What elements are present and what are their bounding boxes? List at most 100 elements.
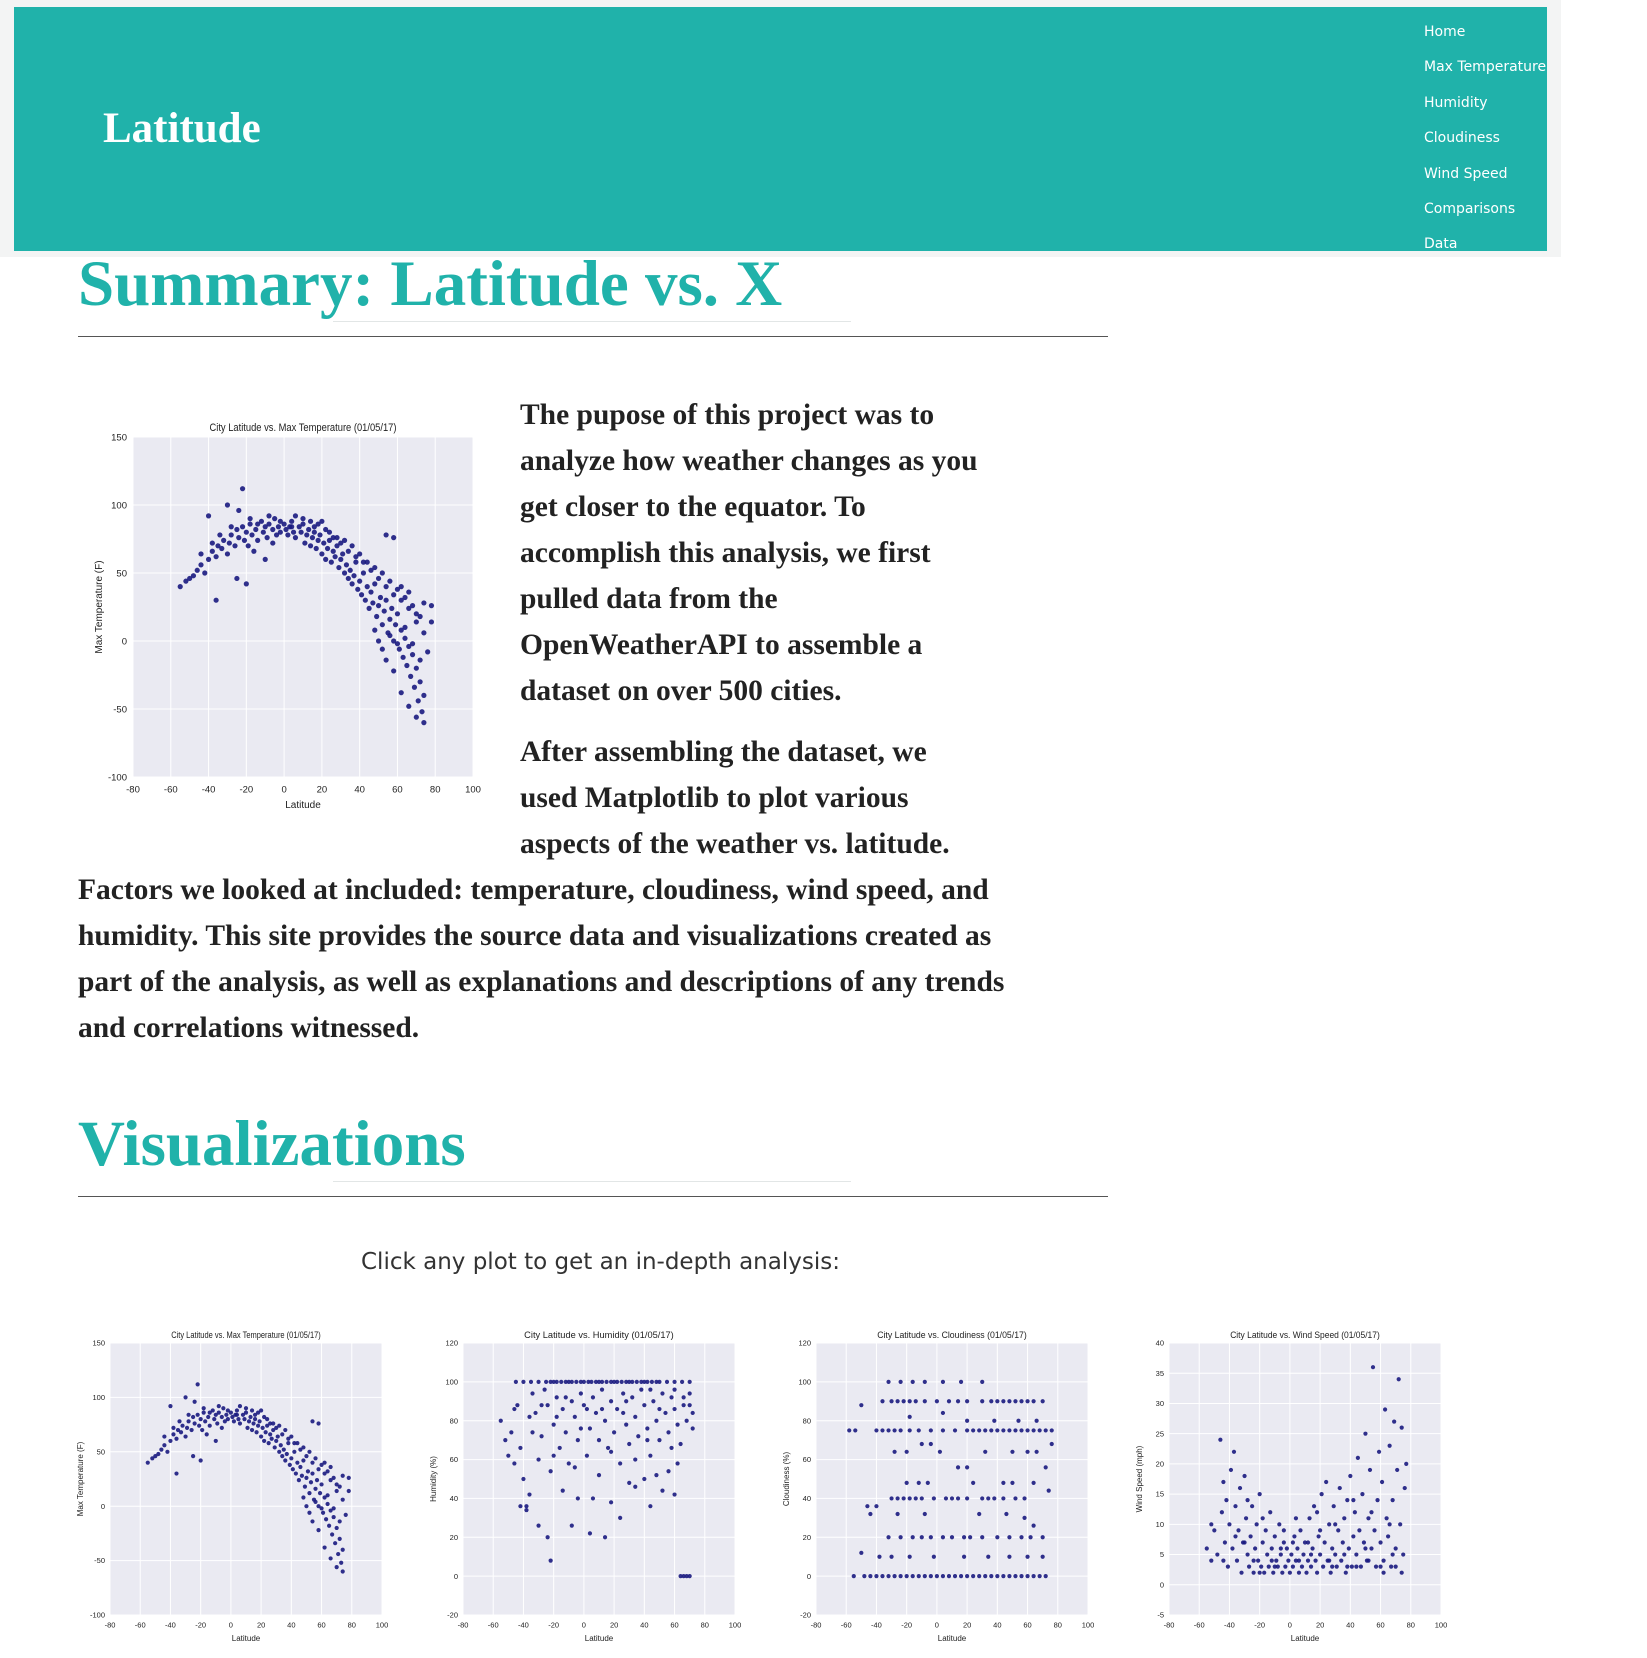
thumbnail-wind-speed-plot[interactable]: -80 -60 -40 -20 0 20 40 60 80 100 -5 0 5 10 15 20 25 30 35… xyxy=(1133,1325,1453,1658)
nav-comparisons[interactable]: Comparisons xyxy=(1424,192,1546,227)
data-point xyxy=(245,1425,250,1430)
data-point xyxy=(1228,1467,1234,1473)
summary-max-temperature-plot[interactable]: -80 -60 -40 -20 0 20 40 60 80 100 -100 -50 0 50 100 150… xyxy=(90,412,490,822)
data-point xyxy=(213,554,219,560)
data-point xyxy=(1025,1428,1030,1433)
nav-data[interactable]: Data xyxy=(1424,227,1546,262)
data-point xyxy=(680,1379,685,1384)
data-point xyxy=(304,1475,309,1481)
data-point xyxy=(383,657,389,663)
x-tick-label: 20 xyxy=(1316,1621,1324,1630)
data-point xyxy=(1019,1428,1024,1433)
data-point xyxy=(237,1404,243,1409)
data-point xyxy=(343,562,350,568)
data-point xyxy=(277,518,283,524)
y-tick-label: -20 xyxy=(800,1611,811,1620)
nav-cloudiness[interactable]: Cloudiness xyxy=(1424,121,1546,156)
data-point xyxy=(928,1428,933,1433)
data-point xyxy=(203,1419,208,1424)
data-point xyxy=(1342,1516,1347,1521)
brand-title[interactable]: Latitude xyxy=(103,107,261,150)
data-point xyxy=(319,518,325,524)
data-point xyxy=(215,1421,220,1426)
data-point xyxy=(198,551,204,557)
data-point xyxy=(249,1427,255,1433)
data-point xyxy=(391,592,397,598)
data-point xyxy=(1308,1564,1314,1569)
x-tick-label: 80 xyxy=(348,1621,356,1630)
data-point xyxy=(971,1428,976,1433)
data-point xyxy=(572,1414,577,1419)
data-point xyxy=(678,1441,683,1447)
x-tick-label: -60 xyxy=(488,1621,499,1630)
x-tick-label: 80 xyxy=(430,785,441,796)
data-point xyxy=(224,1412,229,1417)
data-point xyxy=(916,1480,921,1485)
data-point xyxy=(513,1379,518,1384)
y-tick-label: -20 xyxy=(447,1611,458,1620)
data-point xyxy=(937,1449,943,1454)
data-point xyxy=(509,1430,514,1435)
data-point xyxy=(298,1464,303,1470)
data-point xyxy=(192,1421,197,1426)
y-tick-label: 5 xyxy=(1160,1550,1164,1559)
data-point xyxy=(316,1528,321,1533)
nav-home[interactable]: Home xyxy=(1424,15,1546,50)
data-point xyxy=(548,1558,553,1563)
data-point xyxy=(216,1404,221,1409)
data-point xyxy=(551,1422,556,1427)
y-tick-label: 150 xyxy=(111,432,127,443)
data-point xyxy=(521,1476,526,1482)
data-point xyxy=(417,613,423,620)
data-point xyxy=(251,548,257,554)
data-point xyxy=(575,1496,580,1501)
x-tick-label: 60 xyxy=(392,785,403,796)
data-point xyxy=(965,1574,970,1579)
nav-humidity[interactable]: Humidity xyxy=(1424,86,1546,121)
data-point xyxy=(237,1421,243,1426)
data-point xyxy=(1292,1534,1297,1539)
heading-faint-divider xyxy=(333,321,851,322)
data-point xyxy=(949,1535,955,1540)
data-point xyxy=(604,1379,609,1384)
data-point xyxy=(1333,1522,1338,1527)
data-point xyxy=(206,1414,211,1420)
data-point xyxy=(1370,1365,1376,1370)
y-tick-label: 60 xyxy=(803,1455,811,1464)
data-point xyxy=(313,1486,318,1491)
data-point xyxy=(1260,1540,1265,1545)
data-point xyxy=(542,1387,547,1392)
thumbnail-cloudiness-plot[interactable]: -80 -60 -40 -20 0 20 40 60 80 100 -20 0 20 40 60 80 100 1… xyxy=(780,1325,1100,1658)
data-point xyxy=(584,1406,590,1412)
nav-max-temperature[interactable]: Max Temperature xyxy=(1424,50,1546,85)
data-point xyxy=(321,540,327,546)
data-point xyxy=(191,1414,196,1420)
data-point xyxy=(907,1496,912,1501)
thumbnail-humidity-plot[interactable]: -80 -60 -40 -20 0 20 40 60 80 100 -20 0 20 40 60 80 100 1… xyxy=(427,1325,747,1658)
data-point xyxy=(334,1488,339,1494)
data-point xyxy=(599,1387,605,1392)
data-point xyxy=(898,1428,903,1433)
thumbnail-max-temperature-plot[interactable]: -80 -60 -40 -20 0 20 40 60 80 100 -100 -50 0 50 100 150… xyxy=(74,1325,394,1658)
y-tick-label: 20 xyxy=(1156,1460,1164,1469)
data-point xyxy=(411,684,418,690)
data-point xyxy=(605,1445,611,1451)
nav-wind-speed[interactable]: Wind Speed xyxy=(1424,157,1546,192)
y-tick-label: 60 xyxy=(450,1455,458,1464)
data-point xyxy=(337,1519,342,1524)
data-point xyxy=(1001,1428,1006,1433)
data-point xyxy=(207,1410,212,1415)
x-tick-label: -40 xyxy=(1224,1621,1235,1630)
data-point xyxy=(285,532,291,538)
data-point xyxy=(648,1453,653,1458)
data-point xyxy=(1399,1570,1404,1575)
cloudiness-scatter-chart: -80 -60 -40 -20 0 20 40 60 80 100 -20 0 20 40 60 80 100 1… xyxy=(782,1330,1094,1643)
y-axis-label: Max Temperature (F) xyxy=(94,560,105,653)
data-point xyxy=(319,1482,324,1487)
chart-title: City Latitude vs. Max Temperature (01/05… xyxy=(210,422,397,434)
data-point xyxy=(919,1535,924,1540)
data-point xyxy=(377,594,384,601)
data-point xyxy=(1351,1498,1356,1503)
data-point xyxy=(180,1423,185,1428)
y-tick-label: -50 xyxy=(113,704,127,715)
